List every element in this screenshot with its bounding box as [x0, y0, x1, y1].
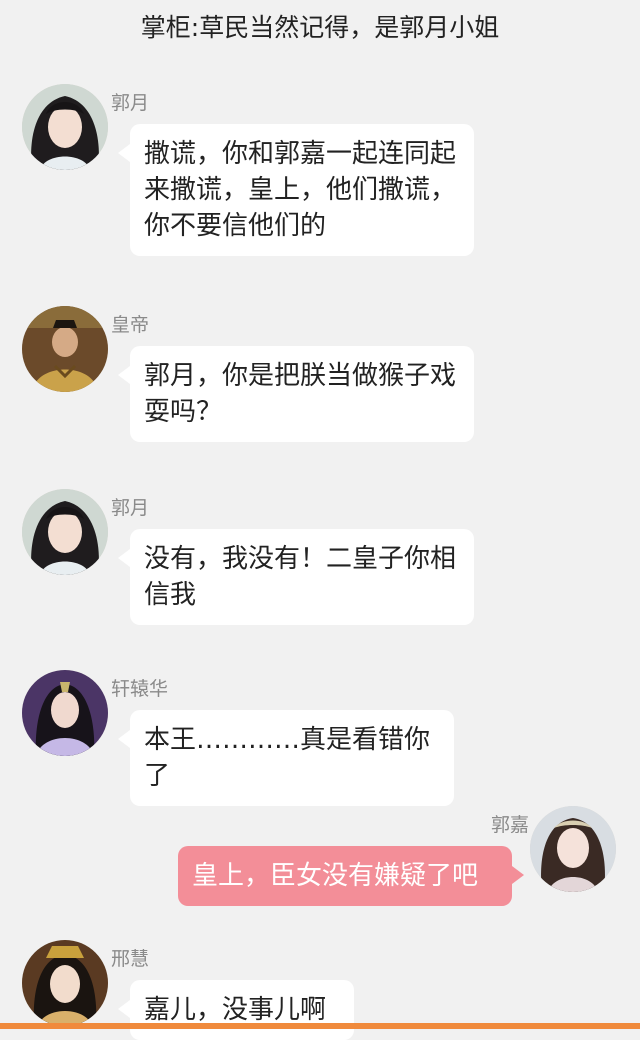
message-bubble[interactable]: 郭月，你是把朕当做猴子戏耍吗？	[118, 346, 474, 442]
message-bubble[interactable]: 撒谎，你和郭嘉一起连同起来撒谎，皇上，他们撒谎，你不要信他们的	[118, 124, 474, 256]
prince-avatar[interactable]	[22, 670, 108, 756]
chat-message-left: 郭月 没有，我没有！二皇子你相信我	[0, 489, 640, 635]
sender-name: 郭嘉	[490, 814, 529, 836]
chat-message-left: 邢慧 嘉儿，没事儿啊	[0, 940, 640, 1040]
woman-avatar[interactable]	[22, 84, 108, 170]
sender-name: 邢慧	[111, 948, 150, 970]
sender-name: 轩辕华	[111, 678, 169, 700]
chat-message-left: 皇帝 郭月，你是把朕当做猴子戏耍吗？	[0, 306, 640, 452]
emperor-avatar[interactable]	[22, 306, 108, 392]
header-text: 掌柜:草民当然记得，是郭月小姐	[140, 13, 500, 42]
sender-name: 郭月	[111, 497, 150, 519]
consort-avatar[interactable]	[22, 940, 108, 1026]
chat-message-right: 郭嘉 皇上，臣女没有嫌疑了吧	[0, 806, 640, 906]
chat-message-left: 轩辕华 本王…………真是看错你了	[0, 670, 640, 806]
bottom-accent-bar	[0, 1023, 640, 1029]
woman-avatar[interactable]	[22, 489, 108, 575]
lady-avatar[interactable]	[530, 806, 616, 892]
message-bubble[interactable]: 皇上，臣女没有嫌疑了吧	[178, 846, 524, 906]
sender-name: 皇帝	[111, 314, 150, 336]
sender-name: 郭月	[111, 92, 150, 114]
message-bubble[interactable]: 本王…………真是看错你了	[118, 710, 454, 806]
chat-message-left: 郭月 撒谎，你和郭嘉一起连同起来撒谎，皇上，他们撒谎，你不要信他们的	[0, 84, 640, 272]
message-bubble[interactable]: 没有，我没有！二皇子你相信我	[118, 529, 474, 625]
message-bubble[interactable]: 嘉儿，没事儿啊	[118, 980, 354, 1040]
